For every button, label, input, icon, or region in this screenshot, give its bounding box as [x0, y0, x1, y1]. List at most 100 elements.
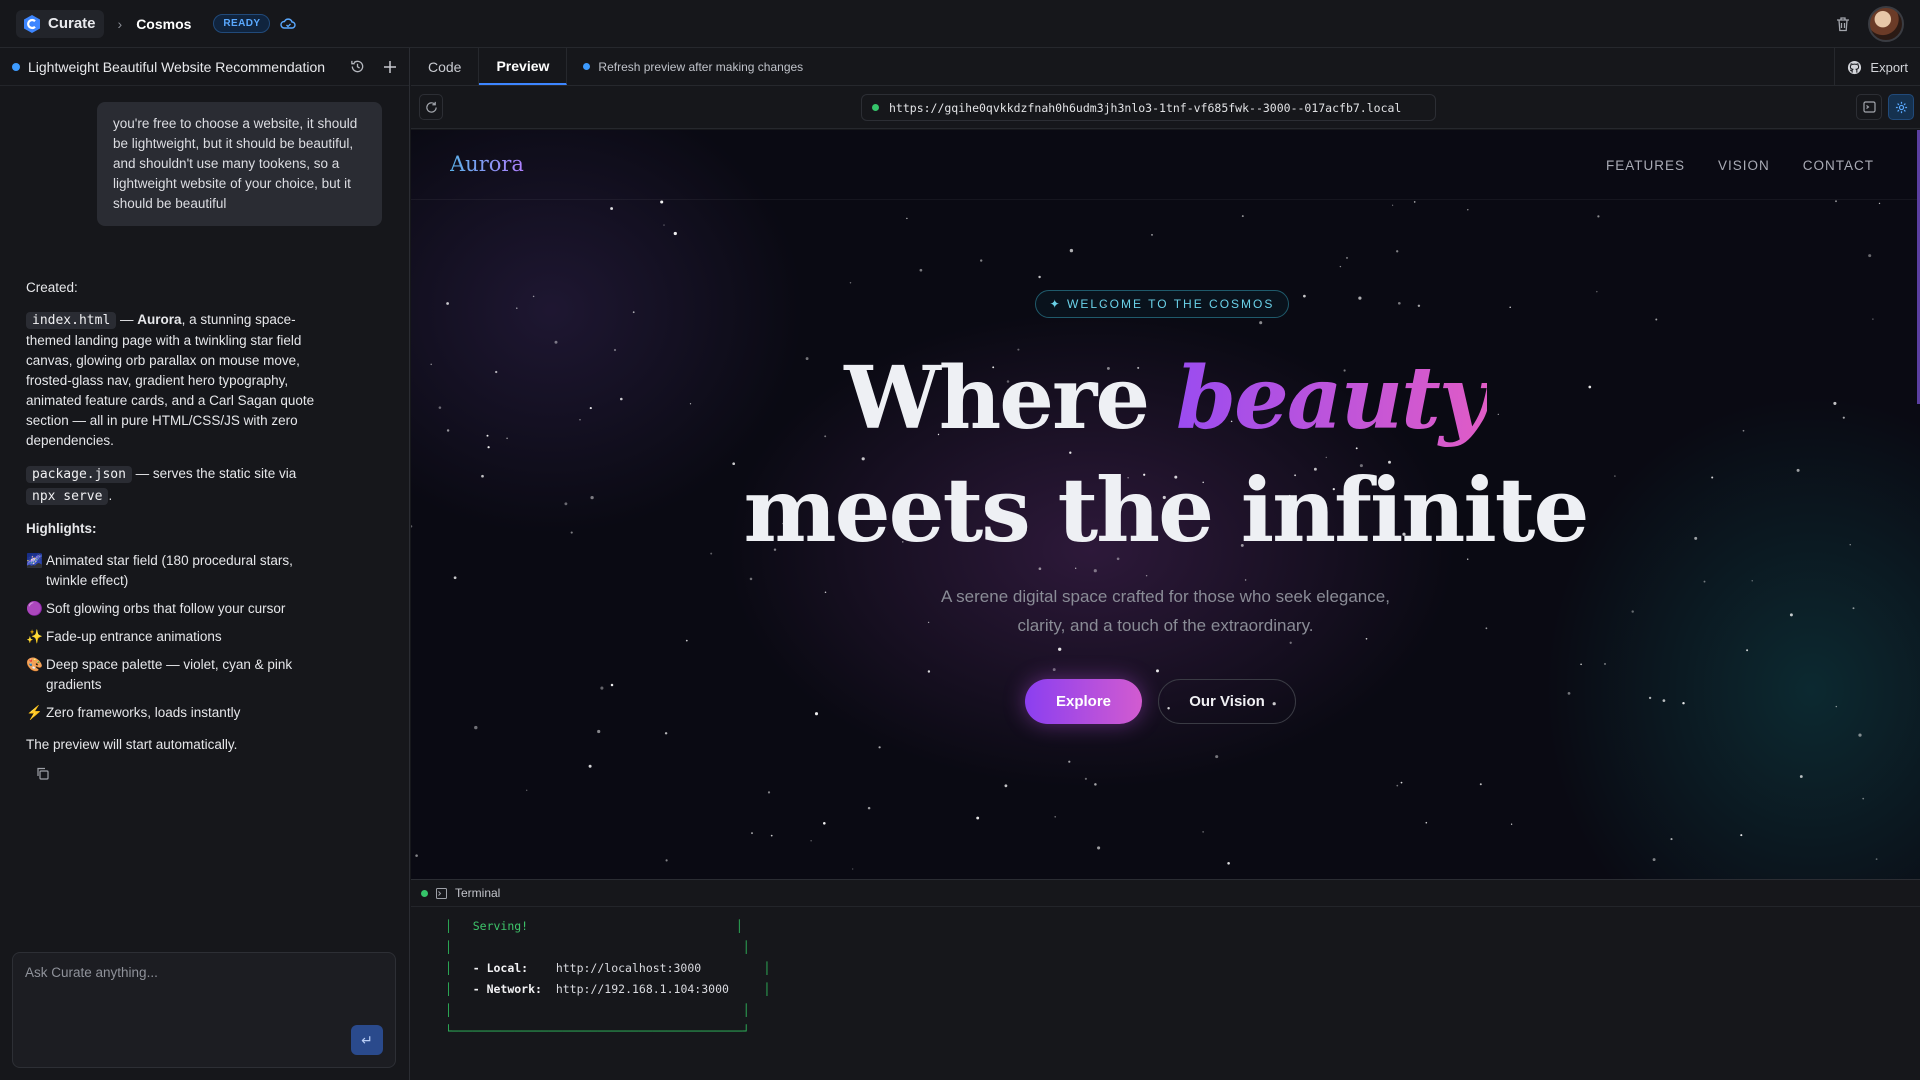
star [1655, 318, 1658, 321]
star [814, 712, 819, 716]
star [1227, 862, 1230, 865]
export-button[interactable]: Export [1834, 48, 1920, 86]
settings-button[interactable] [1888, 94, 1914, 120]
avatar[interactable] [1868, 5, 1904, 42]
star [1069, 248, 1074, 253]
star [852, 868, 854, 870]
site-nav: Aurora FEATURES VISION CONTACT [411, 130, 1920, 200]
star [1835, 705, 1838, 708]
star [1467, 209, 1469, 211]
refresh-note-text: Refresh preview after making changes [598, 59, 804, 74]
star [1862, 797, 1865, 800]
chat-composer: ↵ [12, 952, 396, 1068]
tab-preview[interactable]: Preview [479, 48, 568, 85]
site-logo[interactable]: Aurora [450, 152, 524, 176]
nav-link-contact[interactable]: CONTACT [1803, 158, 1874, 173]
file-description: — serves the static site via [131, 466, 297, 481]
chevron-right-icon: › [117, 15, 123, 32]
star [526, 789, 528, 791]
star [1241, 215, 1244, 218]
trash-icon[interactable] [1836, 16, 1850, 32]
our-vision-button[interactable]: Our Vision [1158, 679, 1296, 724]
star [610, 207, 614, 210]
project-name[interactable]: Cosmos [136, 16, 191, 32]
nav-link-vision[interactable]: VISION [1718, 158, 1770, 173]
star [1400, 781, 1403, 784]
star [1215, 755, 1219, 759]
terminal-header[interactable]: Terminal [411, 879, 1920, 907]
subtitle-line-2: clarity, and a touch of the extraordinar… [1017, 616, 1314, 635]
site-preview: Aurora FEATURES VISION CONTACT ✦ WELCOME… [411, 130, 1920, 879]
chat-input[interactable] [25, 965, 365, 980]
enter-arrow-icon: ↵ [361, 1031, 373, 1048]
send-button[interactable]: ↵ [351, 1025, 383, 1055]
editor-tabs: Code Preview Refresh preview after makin… [411, 48, 1920, 86]
star [1202, 831, 1204, 833]
list-item: ✨ Fade-up entrance animations [26, 627, 326, 647]
star [1058, 647, 1062, 651]
active-dot-icon [12, 62, 20, 71]
star [867, 806, 871, 810]
editor-panel: Code Preview Refresh preview after makin… [411, 48, 1920, 1080]
terminal-icon [436, 887, 447, 899]
file-name-code: package.json [26, 466, 132, 483]
star [1339, 265, 1342, 268]
star [1396, 250, 1399, 253]
headline-where: Where [844, 348, 1176, 449]
url-text: https://gqihe0qvkkdzfnah0h6udm3jh3nlo3-1… [889, 100, 1402, 115]
address-field[interactable]: https://gqihe0qvkkdzfnah0h6udm3jh3nlo3-1… [861, 94, 1436, 121]
star [1648, 696, 1652, 700]
brand-button[interactable]: Curate [16, 9, 104, 38]
star [1597, 215, 1600, 218]
star [1417, 304, 1421, 308]
star [1244, 579, 1247, 581]
explore-button[interactable]: Explore [1025, 679, 1142, 724]
star [588, 764, 592, 768]
star [1004, 784, 1008, 788]
star [415, 854, 418, 857]
star [664, 732, 668, 735]
star [600, 686, 604, 690]
star [1875, 858, 1878, 860]
highlights-label: Highlights: [26, 521, 97, 536]
list-item: 🟣 Soft glowing orbs that follow your curs… [26, 599, 326, 619]
tab-code[interactable]: Code [411, 48, 480, 85]
new-chat-plus-icon[interactable] [383, 60, 397, 74]
open-external-button[interactable] [1856, 94, 1882, 120]
star [532, 295, 535, 298]
star [610, 683, 614, 687]
star [1799, 775, 1803, 778]
reload-button[interactable] [419, 94, 443, 120]
list-item: 🌌 Animated star field (180 procedural sta… [26, 551, 326, 591]
file-entry-index: index.html — Aurora, a stunning space-th… [26, 310, 326, 451]
top-bar: Curate › Cosmos READY [0, 0, 1920, 48]
history-icon[interactable] [350, 59, 365, 74]
headline-beauty: beauty [1176, 348, 1489, 449]
file-entry-package: package.json — serves the static site vi… [26, 463, 326, 507]
network-url: http://192.168.1.104:3000 [555, 982, 729, 996]
hero-subtitle: A serene digital space crafted for those… [411, 582, 1920, 640]
star [1075, 567, 1077, 569]
copy-icon[interactable] [36, 767, 326, 780]
star [1740, 834, 1743, 837]
star [660, 200, 664, 204]
serving-text: Serving! [472, 919, 529, 933]
star [1038, 567, 1042, 571]
local-url: http://localhost:3000 [555, 961, 702, 975]
highlight-text: Deep space palette — violet, cyan & pink… [46, 657, 293, 692]
star [1068, 760, 1071, 763]
cloud-sync-icon[interactable] [280, 17, 297, 31]
star [878, 746, 881, 749]
welcome-badge: ✦ WELCOME TO THE COSMOS [1035, 290, 1289, 318]
star [1662, 699, 1666, 702]
star [1396, 784, 1399, 787]
file-description: , a stunning space-themed landing page w… [26, 312, 315, 448]
star [751, 832, 753, 835]
running-dot-icon [421, 889, 428, 897]
nav-link-features[interactable]: FEATURES [1606, 158, 1685, 173]
star [823, 822, 826, 825]
star [1682, 701, 1685, 705]
star [1054, 816, 1056, 818]
network-label: - Network: [472, 982, 542, 996]
star [927, 670, 931, 673]
